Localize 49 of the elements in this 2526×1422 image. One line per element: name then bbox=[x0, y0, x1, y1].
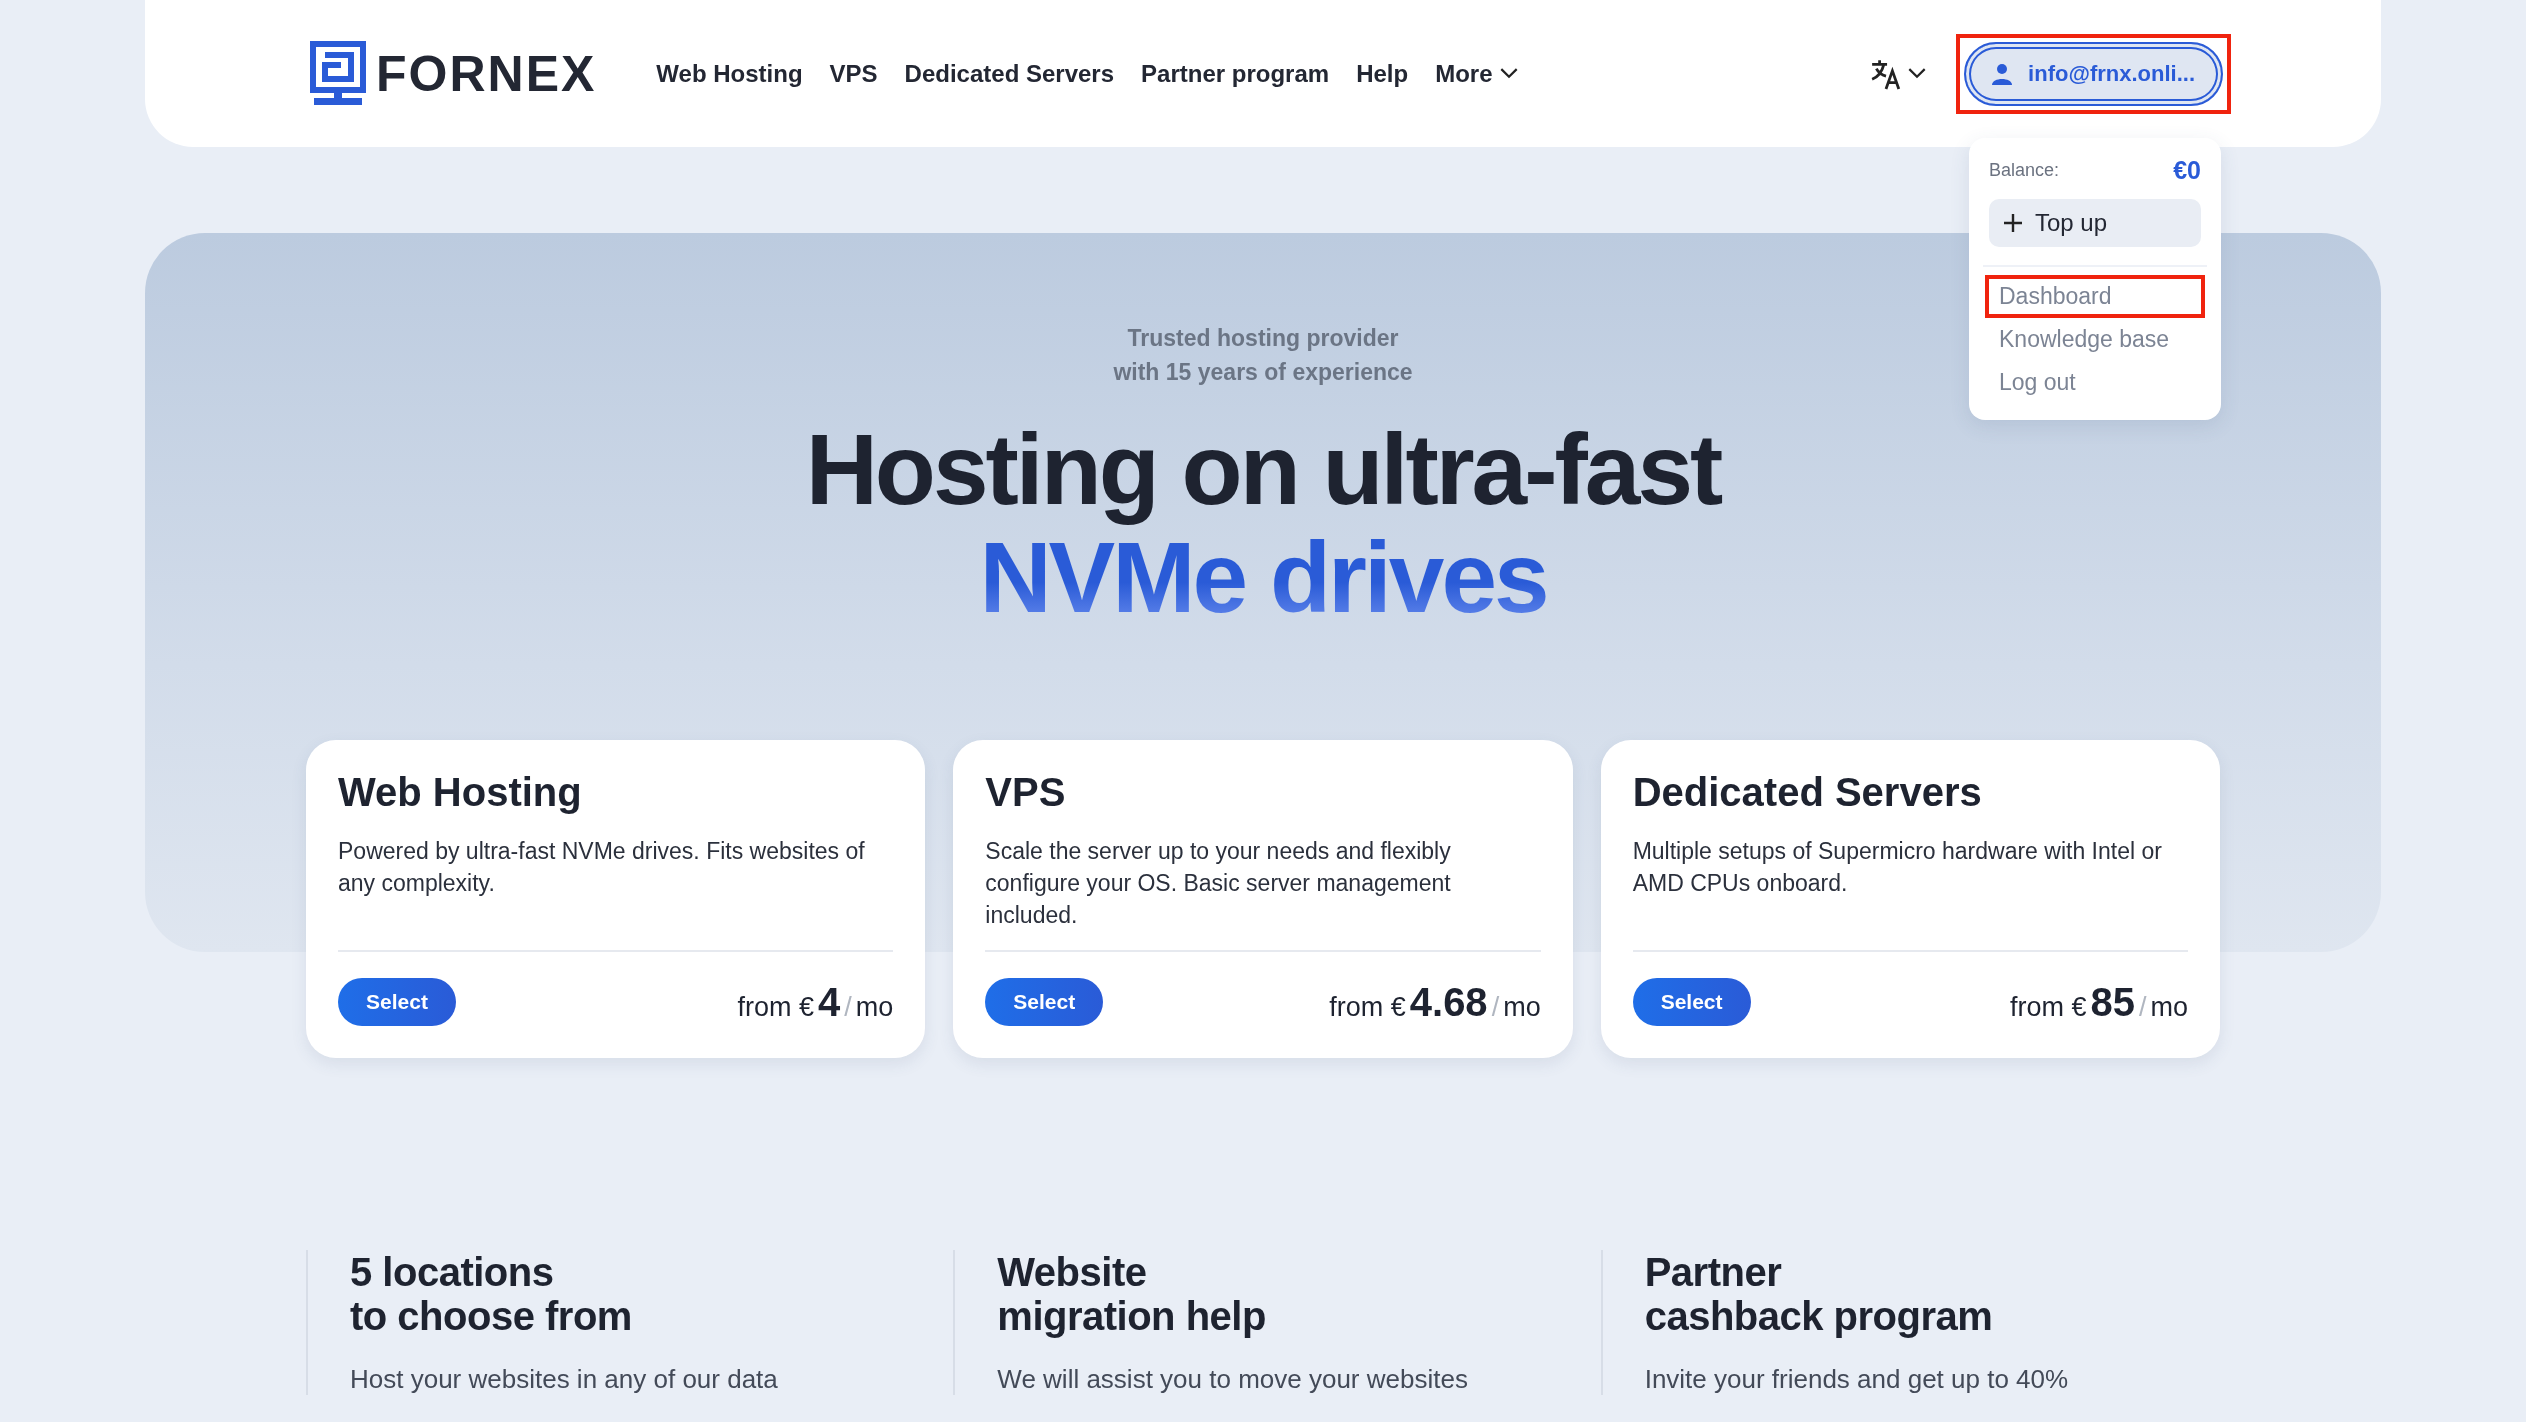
plan-description: Scale the server up to your needs and flexibly configure your OS. Basic server management included. bbox=[985, 837, 1452, 930]
feature-description: Host your websites in any of our data bbox=[350, 1364, 779, 1395]
hero-headline: Hosting on ultra-fast bbox=[805, 415, 1721, 523]
plus-icon bbox=[2003, 212, 2023, 233]
price-separator: / bbox=[2138, 991, 2147, 1023]
logo-text[interactable]: FORNEX bbox=[376, 44, 597, 103]
account-button[interactable]: info@frnx.onli... bbox=[1964, 41, 2223, 106]
price-separator: / bbox=[844, 991, 852, 1023]
feature-title: Partner cashback program bbox=[1644, 1250, 1994, 1338]
price-prefix: from € bbox=[2009, 991, 2087, 1023]
nav-link[interactable]: VPS bbox=[829, 59, 878, 88]
nav-link[interactable]: More bbox=[1435, 59, 1519, 88]
logo-icon bbox=[310, 40, 366, 107]
translate-icon bbox=[1870, 57, 1903, 90]
menu-item[interactable]: Knowledge base bbox=[1985, 317, 2205, 361]
balance-label: Balance: bbox=[1989, 159, 2060, 181]
price-amount: 4.68 bbox=[1409, 979, 1488, 1025]
nav-link[interactable]: Partner program bbox=[1141, 59, 1330, 88]
feature-description: Invite your friends and get up to 40% bbox=[1644, 1364, 2070, 1395]
balance-value: €0 bbox=[2173, 155, 2201, 185]
plan-title: VPS bbox=[985, 770, 1067, 815]
price-period: mo bbox=[855, 991, 894, 1023]
plan-description: Powered by ultra-fast NVMe drives. Fits websites of any complexity. bbox=[338, 837, 866, 898]
plan-title: Dedicated Servers bbox=[1632, 770, 1983, 815]
price-period: mo bbox=[1503, 991, 1541, 1023]
price-amount: 4 bbox=[818, 979, 841, 1025]
nav-link[interactable]: Web Hosting bbox=[656, 59, 803, 88]
user-icon bbox=[1992, 62, 2013, 85]
price-prefix: from € bbox=[1329, 991, 1406, 1023]
nav-link[interactable]: Help bbox=[1356, 59, 1409, 88]
plan-title: Web Hosting bbox=[338, 770, 583, 815]
select-button[interactable]: Select bbox=[1632, 978, 1751, 1026]
menu-item[interactable]: Log out bbox=[1985, 360, 2205, 404]
select-button[interactable]: Select bbox=[338, 978, 456, 1026]
feature-title: 5 locations to choose from bbox=[350, 1250, 633, 1338]
top-up-button[interactable]: Top up bbox=[1989, 198, 2201, 247]
plan-description: Multiple setups of Supermicro hardware with Intel or AMD CPUs onboard. bbox=[1632, 837, 2163, 898]
price-prefix: from € bbox=[737, 991, 815, 1023]
price-separator: / bbox=[1491, 991, 1500, 1023]
select-button[interactable]: Select bbox=[985, 978, 1104, 1026]
price-amount: 85 bbox=[2090, 979, 2135, 1025]
hero-subtitle: Trusted hosting provider with 15 years of experience bbox=[1113, 324, 1413, 387]
chevron-down-icon bbox=[1500, 68, 1519, 79]
chevron-down-icon bbox=[1908, 68, 1927, 79]
menu-item[interactable]: Dashboard bbox=[1985, 274, 2205, 318]
feature-description: We will assist you to move your websites bbox=[997, 1364, 1469, 1395]
nav-link[interactable]: Dedicated Servers bbox=[904, 59, 1115, 88]
feature-title: Website migration help bbox=[997, 1250, 1267, 1338]
price-period: mo bbox=[2150, 991, 2188, 1023]
